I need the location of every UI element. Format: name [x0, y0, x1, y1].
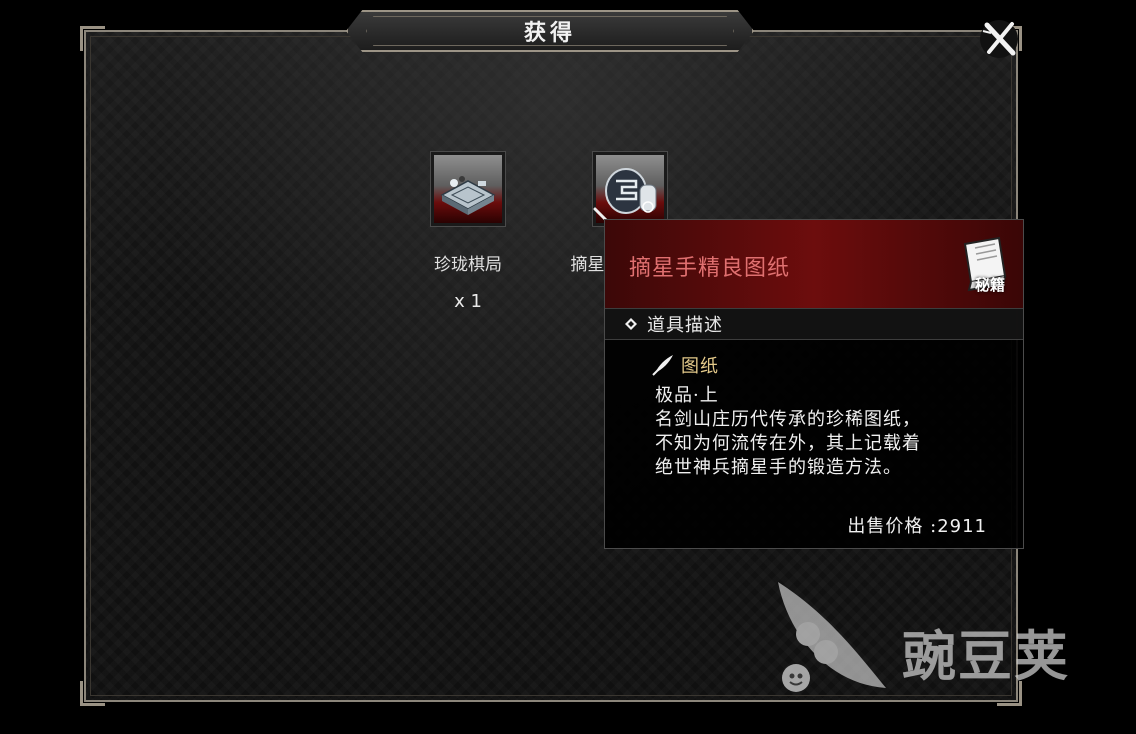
- watermark-logo: 豌豆荚: [768, 574, 1108, 704]
- section-title: 道具描述: [647, 315, 723, 336]
- description-line: 名剑山庄历代传承的珍稀图纸，: [655, 409, 921, 430]
- item-tooltip: 摘星手精良图纸 秘籍 道具描述 图纸 极品·上 名剑山庄历代传承的珍稀图纸， 不…: [604, 219, 1024, 549]
- item-type-row: 图纸: [651, 352, 1023, 378]
- section-header: 道具描述: [605, 308, 1023, 340]
- chess-board-icon: [440, 176, 496, 215]
- item-description: 极品·上 名剑山庄历代传承的珍稀图纸， 不知为何流传在外，其上记载着 绝世神兵摘…: [655, 384, 1023, 480]
- tooltip-header: 摘星手精良图纸 秘籍: [605, 220, 1023, 308]
- frame-corner-ornament: [80, 26, 105, 51]
- item-count: x 1: [454, 291, 482, 312]
- item-grade: 极品·上: [655, 385, 719, 406]
- description-line: 不知为何流传在外，其上记载着: [655, 433, 921, 454]
- pea-pod-logo-icon: [778, 582, 886, 692]
- sell-price: 出售价格 :2911: [847, 512, 987, 538]
- frame-corner-ornament: [80, 681, 105, 706]
- scroll-feather-icon: [652, 355, 673, 376]
- close-x-icon: [980, 20, 1018, 58]
- description-line: 绝世神兵摘星手的锻造方法。: [655, 457, 902, 478]
- dialog-title: 获得: [523, 20, 576, 46]
- category-badge-label: 秘籍: [974, 276, 1005, 294]
- title-banner: 获得: [346, 10, 754, 52]
- tooltip-item-name: 摘星手精良图纸: [629, 256, 791, 281]
- sell-price-label: 出售价格 :: [847, 516, 938, 537]
- sell-price-value: 2911: [937, 516, 987, 537]
- item-type: 图纸: [681, 356, 719, 377]
- close-button[interactable]: [976, 16, 1022, 62]
- watermark-text: 豌豆荚: [902, 625, 1070, 688]
- diamond-bullet-icon: [625, 318, 637, 330]
- item-name: 珍珑棋局: [434, 255, 502, 275]
- item-slot[interactable]: [430, 151, 506, 227]
- reward-item[interactable]: 珍珑棋局 x 1: [408, 151, 528, 312]
